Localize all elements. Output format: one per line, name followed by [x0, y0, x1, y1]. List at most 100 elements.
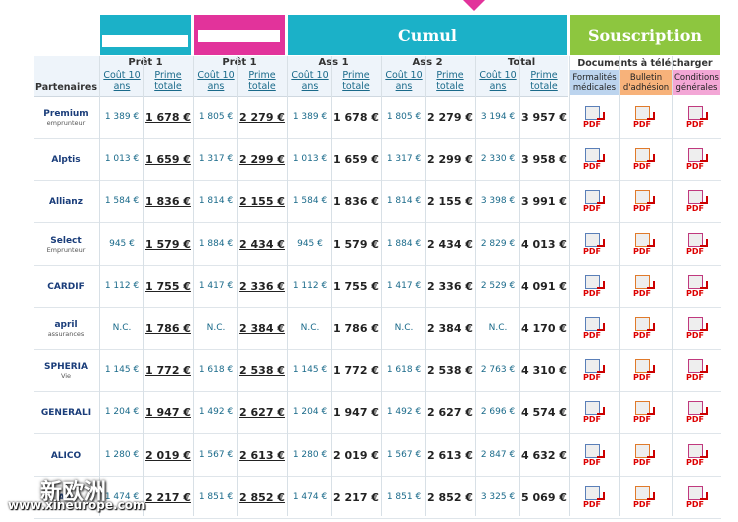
pdf-bulletin-icon[interactable]: PDF [633, 444, 655, 472]
download-arrow-icon [647, 112, 655, 120]
prime-totale-cell[interactable]: 2 538 € [238, 364, 286, 377]
prime-totale-cell[interactable]: 1 678 € [144, 111, 192, 124]
pdf-bulletin-icon[interactable]: PDF [633, 317, 655, 345]
column-cout-10-ans[interactable]: Coût 10 ans [288, 70, 332, 92]
download-arrow-icon [597, 154, 605, 162]
prime-totale-cell[interactable]: 2 627 € [238, 406, 286, 419]
prime-totale-cell: 3 958 € [521, 153, 567, 166]
grid-line [99, 56, 100, 516]
partner-subname: assurances [47, 329, 85, 338]
prime-totale-cell: 2 279 € [427, 111, 473, 124]
pdf-conditions-icon[interactable]: PDF [686, 359, 708, 387]
column-cout-10-ans[interactable]: Coût 10 ans [476, 70, 520, 92]
prime-totale-cell[interactable]: 1 772 € [144, 364, 192, 377]
pdf-conditions-icon[interactable]: PDF [686, 148, 708, 176]
partner-name: Select [50, 235, 82, 246]
pdf-bulletin-icon[interactable]: PDF [633, 190, 655, 218]
cout-10-ans-cell: 1 584 € [292, 196, 328, 206]
doc-bulletin-header: Bulletin d'adhésion [620, 70, 672, 95]
pdf-conditions-icon[interactable]: PDF [686, 190, 708, 218]
column-cout-10-ans[interactable]: Coût 10 ans [100, 70, 144, 92]
prime-totale-cell[interactable]: 2 019 € [144, 449, 192, 462]
pdf-formalites-icon[interactable]: PDF [583, 401, 605, 429]
pdf-label: PDF [686, 204, 704, 213]
pdf-label: PDF [633, 204, 651, 213]
prime-totale-cell[interactable]: 2 434 € [238, 238, 286, 251]
prime-totale-cell[interactable]: 1 786 € [144, 322, 192, 335]
pdf-bulletin-icon[interactable]: PDF [633, 401, 655, 429]
partner-logo: CARDIF [34, 266, 98, 307]
pdf-conditions-icon[interactable]: PDF [686, 401, 708, 429]
prime-totale-cell[interactable]: 2 155 € [238, 195, 286, 208]
prime-totale-cell[interactable]: 2 299 € [238, 153, 286, 166]
pdf-bulletin-icon[interactable]: PDF [633, 233, 655, 261]
column-prime-totale[interactable]: Prime totale [426, 70, 474, 92]
column-prime-totale[interactable]: Prime totale [238, 70, 286, 92]
cout-10-ans-cell: 1 567 € [198, 450, 234, 460]
pdf-formalites-icon[interactable]: PDF [583, 148, 605, 176]
pdf-label: PDF [686, 415, 704, 424]
cout-10-ans-cell: 1 492 € [198, 407, 234, 417]
cout-10-ans-cell: 1 492 € [386, 407, 422, 417]
pdf-conditions-icon[interactable]: PDF [686, 444, 708, 472]
prime-totale-cell[interactable]: 1 659 € [144, 153, 192, 166]
pdf-label: PDF [583, 247, 601, 256]
prime-totale-cell[interactable]: 2 852 € [238, 491, 286, 504]
pdf-conditions-icon[interactable]: PDF [686, 275, 708, 303]
cout-10-ans-cell: 1 145 € [292, 365, 328, 375]
pdf-bulletin-icon[interactable]: PDF [633, 106, 655, 134]
partner-subname: Vie [60, 371, 72, 380]
prime-totale-cell: 2 852 € [427, 491, 473, 504]
pdf-label: PDF [633, 415, 651, 424]
cout-10-ans-cell: N.C. [112, 323, 132, 333]
pdf-formalites-icon[interactable]: PDF [583, 190, 605, 218]
pdf-conditions-icon[interactable]: PDF [686, 233, 708, 261]
prime-totale-cell[interactable]: 1 947 € [144, 406, 192, 419]
cout-10-ans-cell: N.C. [206, 323, 226, 333]
prime-totale-cell[interactable]: 2 384 € [238, 322, 286, 335]
cout-10-ans-cell: 1 317 € [198, 154, 234, 164]
pdf-formalites-icon[interactable]: PDF [583, 486, 605, 514]
cout-10-ans-cell: N.C. [300, 323, 320, 333]
prime-totale-cell: 4 170 € [521, 322, 567, 335]
pdf-formalites-icon[interactable]: PDF [583, 444, 605, 472]
prime-totale-cell[interactable]: 2 279 € [238, 111, 286, 124]
prime-totale-cell: 1 678 € [333, 111, 379, 124]
pdf-bulletin-icon[interactable]: PDF [633, 275, 655, 303]
pdf-conditions-icon[interactable]: PDF [686, 317, 708, 345]
pdf-formalites-icon[interactable]: PDF [583, 275, 605, 303]
pdf-label: PDF [583, 415, 601, 424]
pdf-formalites-icon[interactable]: PDF [583, 106, 605, 134]
pdf-formalites-icon[interactable]: PDF [583, 233, 605, 261]
column-prime-totale[interactable]: Prime totale [332, 70, 380, 92]
download-arrow-icon [647, 196, 655, 204]
pdf-conditions-icon[interactable]: PDF [686, 486, 708, 514]
pdf-bulletin-icon[interactable]: PDF [633, 486, 655, 514]
cout-10-ans-cell: 1 884 € [198, 239, 234, 249]
prime-totale-cell[interactable]: 1 579 € [144, 238, 192, 251]
pdf-bulletin-icon[interactable]: PDF [633, 148, 655, 176]
pdf-conditions-icon[interactable]: PDF [686, 106, 708, 134]
cout-10-ans-cell: 1 805 € [198, 112, 234, 122]
partner-name: april [54, 319, 78, 330]
prime-totale-cell: 2 336 € [427, 280, 473, 293]
column-cout-10-ans[interactable]: Coût 10 ans [194, 70, 238, 92]
prime-totale-cell[interactable]: 2 336 € [238, 280, 286, 293]
download-arrow-icon [647, 154, 655, 162]
pdf-bulletin-icon[interactable]: PDF [633, 359, 655, 387]
prime-totale-cell[interactable]: 2 217 € [144, 491, 192, 504]
prime-totale-cell: 2 299 € [427, 153, 473, 166]
prime-totale-cell[interactable]: 1 755 € [144, 280, 192, 293]
column-cout-10-ans[interactable]: Coût 10 ans [382, 70, 426, 92]
prime-totale-cell[interactable]: 1 836 € [144, 195, 192, 208]
grid-line [672, 56, 673, 516]
column-prime-totale[interactable]: Prime totale [144, 70, 192, 92]
column-prime-totale[interactable]: Prime totale [520, 70, 568, 92]
prime-totale-cell[interactable]: 2 613 € [238, 449, 286, 462]
pdf-formalites-icon[interactable]: PDF [583, 359, 605, 387]
grid-line [331, 56, 332, 516]
pdf-label: PDF [633, 373, 651, 382]
partner-logo: GENERALI [34, 392, 98, 433]
pdf-formalites-icon[interactable]: PDF [583, 317, 605, 345]
prime-totale-cell: 2 613 € [427, 449, 473, 462]
